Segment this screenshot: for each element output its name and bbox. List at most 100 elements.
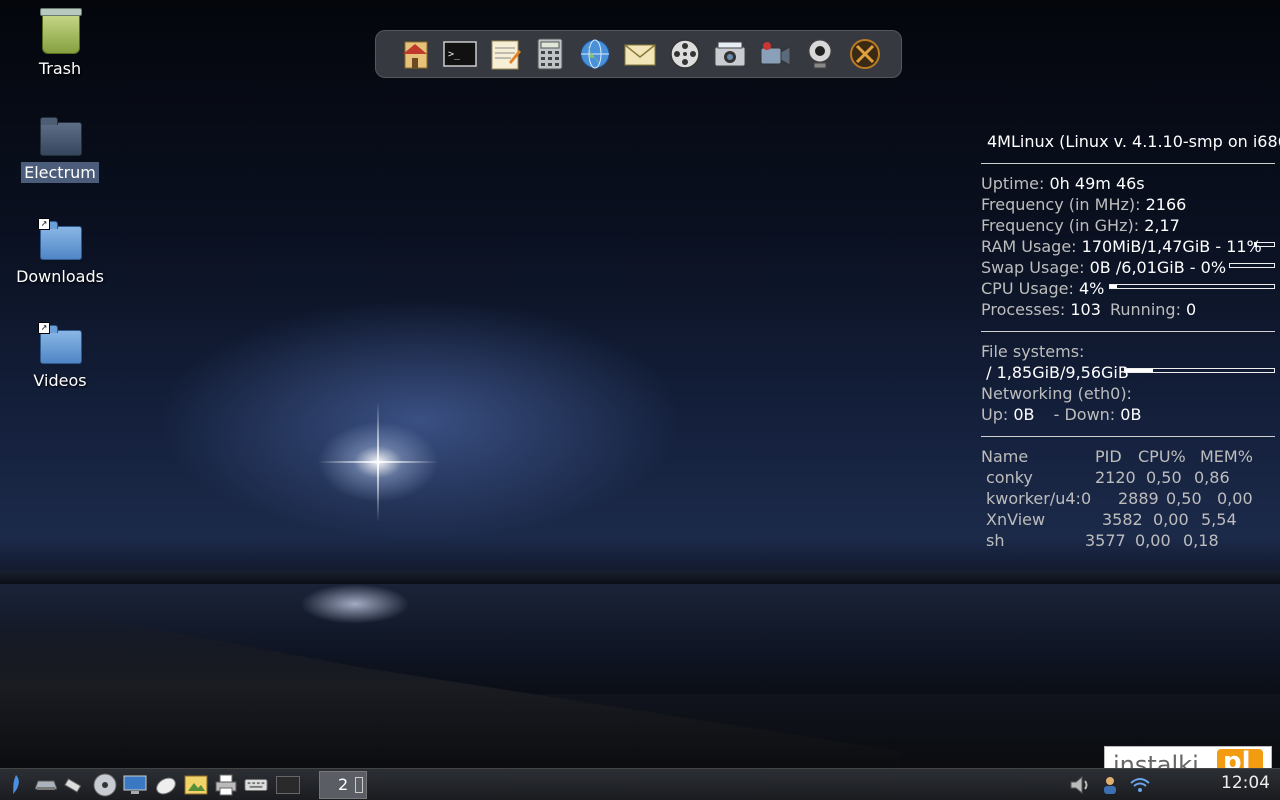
desktop-icon-trash[interactable]: Trash <box>10 8 110 79</box>
cpu-usage-fill <box>1110 285 1117 288</box>
cd-icon <box>93 773 117 797</box>
calculator-icon <box>537 38 563 70</box>
freq-ghz-label: Frequency (in GHz): <box>981 216 1140 235</box>
home-folder-icon <box>403 41 428 69</box>
proc-mem: 5,54 <box>1201 510 1237 529</box>
speaker-icon <box>1070 775 1088 795</box>
proc-header-pid: PID <box>1095 447 1122 466</box>
fs-heading: File systems: <box>981 342 1084 361</box>
desktop[interactable]: Trash Electrum ↗ Downloads ↗ Videos >_ 4… <box>0 0 1280 768</box>
dock-calculator-button[interactable] <box>531 35 569 73</box>
moon-flare-horizontal <box>318 461 438 463</box>
network-tray-icon[interactable] <box>1128 773 1152 797</box>
webcam-icon <box>808 39 832 69</box>
uptime-row: Uptime: 0h 49m 46s <box>981 174 1145 193</box>
fs-root-row: / 1,85GiB/9,56GiB <box>981 363 1129 382</box>
up-label: Up: <box>981 405 1009 424</box>
processes-value: 103 <box>1070 300 1101 319</box>
running-value: 0 <box>1186 300 1197 319</box>
workspace-pager[interactable]: 2 <box>319 771 367 799</box>
proc-pid: 2120 <box>1095 468 1136 487</box>
image-viewer-launcher[interactable] <box>184 773 208 797</box>
folder-link-icon <box>40 325 82 364</box>
proc-mem: 0,86 <box>1194 468 1230 487</box>
dock-text-editor-button[interactable] <box>486 35 524 73</box>
drive-launcher[interactable] <box>34 773 58 797</box>
workspace-number: 2 <box>338 775 349 794</box>
mouse-icon <box>156 777 176 795</box>
ram-usage-bar <box>1254 242 1275 247</box>
ram-row: RAM Usage: 170MiB/1,47GiB - 11% <box>981 237 1262 256</box>
folder-icon <box>40 117 82 156</box>
proc-pid: 3577 <box>1085 531 1126 550</box>
clock[interactable]: 12:04 <box>1221 773 1270 793</box>
dock-video-capture-button[interactable] <box>756 35 794 73</box>
printer-icon <box>215 774 237 796</box>
fs-root-usage-fill <box>1125 369 1154 372</box>
keyboard-launcher[interactable] <box>244 773 268 797</box>
conky-title: 4MLinux (Linux v. 4.1.10-smp on i686) <box>987 132 1280 151</box>
monitor-icon <box>123 775 147 794</box>
desktop-icon <box>276 776 300 794</box>
keyboard-icon <box>244 779 268 791</box>
swap-label: Swap Usage: <box>981 258 1085 277</box>
desktop-icon-electrum[interactable]: Electrum <box>10 114 110 183</box>
desktop-icon-videos[interactable]: ↗ Videos <box>10 322 110 391</box>
image-viewer-icon <box>184 775 208 795</box>
swap-value: 0B /6,01GiB - 0% <box>1089 258 1227 277</box>
dock-media-player-button[interactable] <box>666 35 704 73</box>
volume-tray-icon[interactable] <box>1068 773 1092 797</box>
x-logout-icon <box>850 39 880 69</box>
fs-root-value: / 1,85GiB/9,56GiB <box>981 363 1129 382</box>
terminal-icon: >_ <box>443 41 477 67</box>
camera-icon <box>714 41 746 67</box>
dock-terminal-button[interactable]: >_ <box>441 35 479 73</box>
show-desktop-button[interactable] <box>276 773 300 797</box>
cpu-value: 4% <box>1078 279 1105 298</box>
desktop-icon-label: Electrum <box>21 162 99 183</box>
desktop-icon-label: Videos <box>33 371 87 390</box>
horizon <box>0 570 1280 584</box>
proc-name: kworker/u4:0 <box>986 489 1092 508</box>
net-heading: Networking (eth0): <box>981 384 1132 403</box>
symlink-badge-icon: ↗ <box>38 322 50 334</box>
net-label: Networking (eth0): <box>981 384 1132 403</box>
display-launcher[interactable] <box>123 773 147 797</box>
divider <box>981 163 1275 164</box>
dock-mail-button[interactable] <box>621 35 659 73</box>
wifi-icon <box>1130 778 1150 792</box>
usb-launcher[interactable] <box>63 773 87 797</box>
divider <box>981 331 1275 332</box>
user-tray-icon[interactable] <box>1098 773 1122 797</box>
usb-icon <box>64 778 82 793</box>
swap-usage-bar <box>1229 263 1275 268</box>
mail-icon <box>624 44 656 66</box>
cpu-row: CPU Usage: 4% <box>981 279 1104 298</box>
cpu-label: CPU Usage: <box>981 279 1074 298</box>
proc-pid: 3582 <box>1102 510 1143 529</box>
processes-row: Processes: 103 Running: 0 <box>981 300 1196 319</box>
svg-text:>_: >_ <box>448 49 461 60</box>
dock-web-browser-button[interactable] <box>576 35 614 73</box>
cpu-usage-bar <box>1109 284 1275 289</box>
cd-drive-launcher[interactable] <box>93 773 117 797</box>
proc-mem: 0,18 <box>1183 531 1219 550</box>
globe-icon <box>580 39 610 69</box>
user-icon <box>1104 777 1116 794</box>
dock-webcam-button[interactable] <box>801 35 839 73</box>
ram-value: 170MiB/1,47GiB - 11% <box>1081 237 1262 256</box>
dock-home-button[interactable] <box>396 35 434 73</box>
proc-mem: 0,00 <box>1217 489 1253 508</box>
dock-exit-button[interactable] <box>846 35 884 73</box>
mouse-launcher[interactable] <box>154 773 178 797</box>
feather-icon <box>13 775 19 794</box>
printer-launcher[interactable] <box>214 773 238 797</box>
proc-name: XnView <box>986 510 1046 529</box>
desktop-icon-label: Trash <box>38 59 82 78</box>
desktop-icon-downloads[interactable]: ↗ Downloads <box>10 218 110 287</box>
net-row: Up: 0B - Down: 0B <box>981 405 1141 424</box>
down-value: 0B <box>1120 405 1142 424</box>
app-menu-button[interactable] <box>4 773 28 797</box>
freq-mhz-label: Frequency (in MHz): <box>981 195 1141 214</box>
dock-screenshot-button[interactable] <box>711 35 749 73</box>
